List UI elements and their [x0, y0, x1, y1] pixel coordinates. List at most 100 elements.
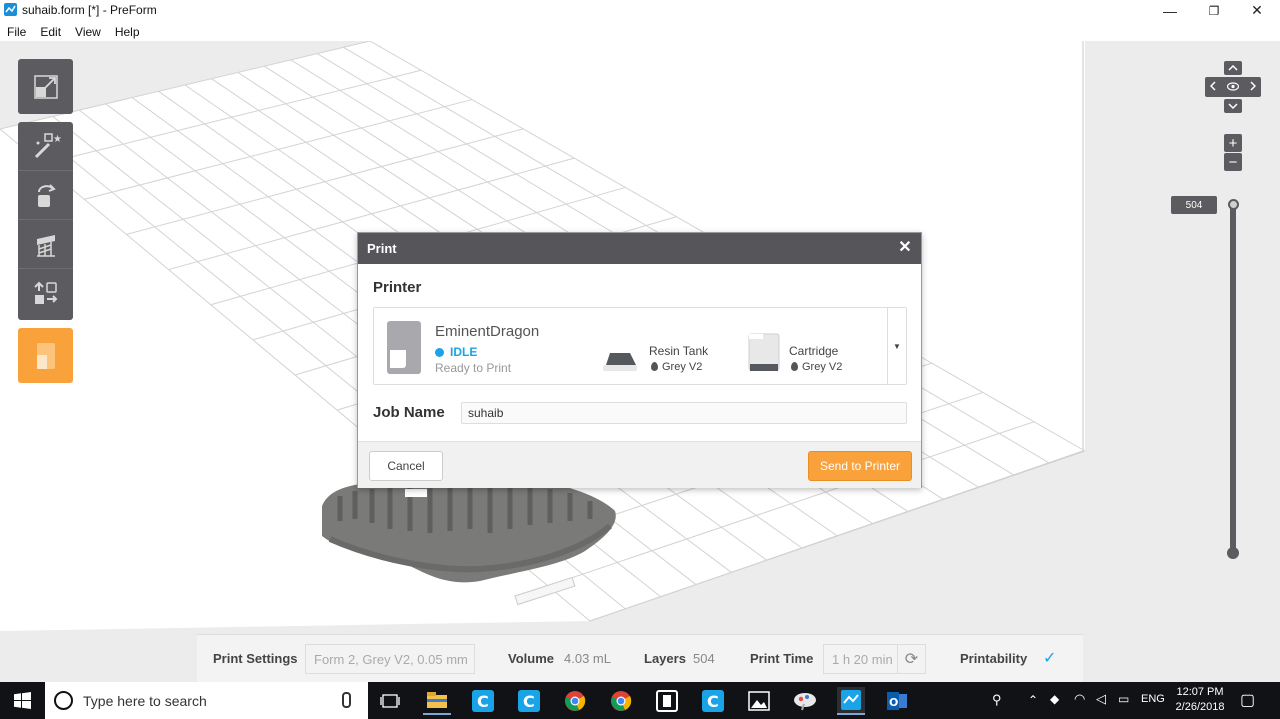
print-settings-field[interactable]: Form 2, Grey V2, 0.05 mm: [305, 644, 475, 674]
refresh-icon[interactable]: ⟳: [897, 644, 926, 674]
cortana-icon: [54, 691, 73, 710]
print-dialog: Print ✕ Printer EminentDragon IDLE Ready…: [357, 232, 922, 488]
chevron-right-icon[interactable]: [1250, 81, 1257, 94]
print-button[interactable]: [18, 328, 73, 383]
minimize-button[interactable]: —: [1150, 0, 1190, 21]
window-title: suhaib.form [*] - PreForm: [22, 3, 157, 17]
dialog-header: Print ✕: [358, 233, 921, 264]
printer-icon: [36, 342, 55, 369]
preform-taskbar-icon[interactable]: [837, 687, 865, 715]
task-view-icon[interactable]: [376, 687, 404, 715]
restore-button[interactable]: ❐: [1194, 0, 1234, 21]
chevron-left-icon[interactable]: [1209, 81, 1216, 94]
search-placeholder: Type here to search: [83, 693, 207, 709]
outlook-icon[interactable]: O: [883, 687, 911, 715]
supports-button[interactable]: [18, 220, 73, 269]
resin-tank-material: Grey V2: [651, 361, 702, 373]
printer-dropdown-toggle[interactable]: ▼: [887, 308, 906, 384]
magic-wand-icon: ★: [34, 133, 61, 159]
job-name-label: Job Name: [373, 404, 445, 421]
printability-label: Printability: [960, 651, 1028, 666]
start-button[interactable]: [0, 682, 45, 719]
menu-file[interactable]: File: [0, 21, 33, 41]
app-c3-icon[interactable]: C: [699, 687, 727, 715]
file-explorer-icon[interactable]: [423, 687, 451, 715]
windows-logo-icon: [14, 692, 31, 709]
svg-text:★: ★: [53, 134, 61, 145]
expand-icon: [33, 74, 58, 99]
photos-icon[interactable]: [745, 687, 773, 715]
app-c-icon[interactable]: C: [469, 687, 497, 715]
print-time-label: Print Time: [750, 651, 814, 666]
printer-name: EminentDragon: [435, 323, 540, 340]
app-c2-icon[interactable]: C: [515, 687, 543, 715]
clock-date: 2/26/2018: [1175, 701, 1225, 713]
microphone-icon[interactable]: [342, 692, 351, 708]
print-settings-label: Print Settings: [213, 651, 298, 666]
view-control: [1205, 77, 1261, 97]
battery-icon[interactable]: ▭: [1118, 692, 1129, 706]
layout-button[interactable]: [18, 269, 73, 318]
svg-text:C: C: [707, 692, 719, 711]
volume-value: 4.03 mL: [564, 651, 611, 666]
chevron-up-tray-icon[interactable]: ⌃: [1028, 693, 1038, 707]
orientation-icon: [37, 184, 56, 207]
pan-up-button[interactable]: [1224, 61, 1242, 75]
resin-drop-icon: [651, 362, 658, 371]
dialog-close-button[interactable]: ✕: [897, 239, 913, 257]
printer-status-detail: Ready to Print: [435, 361, 512, 375]
printer-selector[interactable]: EminentDragon IDLE Ready to Print Resin …: [373, 307, 907, 385]
close-window-button[interactable]: ✕: [1237, 0, 1277, 21]
wifi-icon[interactable]: ◠: [1074, 691, 1085, 707]
printer-section-label: Printer: [373, 279, 422, 296]
people-icon[interactable]: ⚲: [992, 692, 1002, 708]
pan-down-button[interactable]: [1224, 99, 1242, 113]
tools-panel: ★: [18, 122, 73, 320]
eye-icon[interactable]: [1226, 82, 1240, 94]
chevron-up-icon: [1228, 65, 1238, 71]
language-indicator[interactable]: ENG: [1141, 693, 1165, 705]
job-name-input[interactable]: suhaib: [461, 402, 907, 424]
layers-value: 504: [693, 651, 715, 666]
svg-text:C: C: [477, 692, 489, 711]
menu-help[interactable]: Help: [108, 21, 147, 41]
paint-3d-icon[interactable]: [791, 687, 819, 715]
app-window-icon[interactable]: [653, 687, 681, 715]
layer-slider-handle[interactable]: [1228, 199, 1239, 210]
job-status-bar: Print Settings Form 2, Grey V2, 0.05 mm …: [197, 634, 1083, 682]
svg-text:O: O: [889, 696, 898, 709]
volume-icon[interactable]: ◁: [1096, 691, 1106, 707]
dialog-title: Print: [367, 241, 397, 256]
send-to-printer-button[interactable]: Send to Printer: [808, 451, 912, 481]
system-clock[interactable]: 12:07 PM 2/26/2018: [1170, 685, 1230, 715]
clock-time: 12:07 PM: [1176, 686, 1224, 698]
layer-slider-track[interactable]: [1230, 204, 1236, 556]
chrome-2-icon[interactable]: [607, 687, 635, 715]
resin-tank-label: Resin Tank: [649, 344, 709, 358]
dropbox-icon[interactable]: ◆: [1050, 692, 1059, 706]
volume-label: Volume: [508, 651, 554, 666]
supports-icon: [36, 235, 55, 257]
dialog-footer: Cancel Send to Printer: [358, 441, 921, 488]
zoom-in-button[interactable]: +: [1224, 134, 1242, 152]
cancel-button[interactable]: Cancel: [369, 451, 443, 481]
model-view-button[interactable]: [18, 59, 73, 114]
printer-status: IDLE: [450, 345, 478, 359]
taskbar-search[interactable]: Type here to search: [45, 682, 368, 719]
print-time-field: 1 h 20 min: [823, 644, 898, 674]
layers-label: Layers: [644, 651, 686, 666]
windows-taskbar: Type here to search C C C O ⚲ ⌃ ◆ ◠ ◁ ▭ …: [0, 682, 1280, 719]
action-center-icon[interactable]: ▢: [1240, 690, 1255, 710]
menu-edit[interactable]: Edit: [33, 21, 68, 41]
orientation-button[interactable]: [18, 171, 73, 220]
layer-slider-end[interactable]: [1227, 547, 1239, 559]
chrome-icon[interactable]: [561, 687, 589, 715]
cartridge-label: Cartridge: [789, 344, 839, 358]
zoom-out-button[interactable]: −: [1224, 153, 1242, 171]
printability-check-icon[interactable]: ✓: [1043, 648, 1056, 668]
layout-icon: [33, 281, 57, 304]
menu-view[interactable]: View: [68, 21, 108, 41]
auto-setup-button[interactable]: ★: [18, 122, 73, 171]
cartridge-material: Grey V2: [791, 361, 842, 373]
layer-number-badge: 504: [1171, 196, 1217, 214]
